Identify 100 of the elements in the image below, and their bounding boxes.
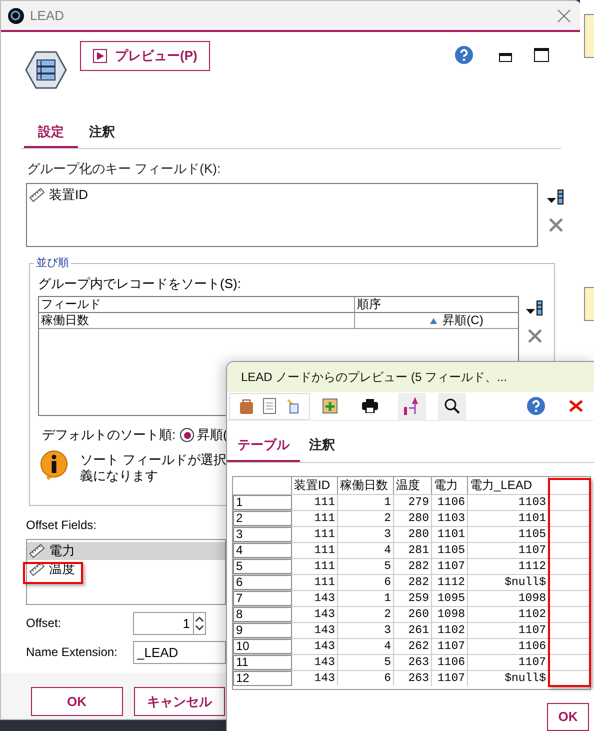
table-cell: 1105: [468, 527, 549, 542]
name-extension-label: Name Extension:: [26, 644, 118, 661]
table-cell: 1107: [468, 623, 549, 638]
table-cell: 1101: [432, 527, 468, 542]
document-icon[interactable]: [263, 398, 276, 414]
table-cell: 143: [292, 623, 338, 638]
row-header[interactable]: 5: [233, 559, 292, 574]
column-header[interactable]: 稼働日数: [338, 477, 394, 494]
table-cell: 1112: [468, 559, 549, 574]
offset-spinner[interactable]: 1: [133, 612, 206, 634]
table-cell: 263: [394, 655, 432, 670]
table-cell: 1112: [432, 575, 468, 590]
default-order-label: デフォルトのソート順:: [42, 426, 177, 444]
row-header[interactable]: 3: [233, 527, 292, 542]
row-header[interactable]: 2: [233, 511, 292, 526]
table-cell: 143: [292, 591, 338, 606]
table-cell: 2: [338, 607, 394, 622]
spinner-arrows-icon[interactable]: [193, 612, 205, 634]
name-extension-field[interactable]: _LEAD: [133, 640, 226, 664]
restore-icon[interactable]: [499, 53, 512, 62]
table-cell: 1103: [468, 495, 549, 510]
table-cell: 1107: [468, 655, 549, 670]
table-cell: 1107: [432, 671, 468, 686]
dialog-button[interactable]: キャンセル: [134, 687, 225, 716]
node-icon: [25, 51, 67, 89]
ascending-icon: [430, 318, 437, 324]
table-cell: 1098: [432, 607, 468, 622]
list-item[interactable]: 装置ID: [49, 184, 88, 204]
table-cell: 260: [394, 607, 432, 622]
delete-icon[interactable]: [527, 328, 543, 344]
info-icon: [40, 450, 68, 480]
column-header[interactable]: 順序: [355, 297, 518, 312]
info-text: ソート フィールドが選択: [80, 452, 227, 468]
app-logo-icon: [8, 8, 24, 24]
radio-button[interactable]: [180, 428, 194, 442]
table-cell: 1101: [468, 511, 549, 526]
table-cell: 111: [292, 495, 338, 510]
table-cell: 6: [338, 575, 394, 590]
table-cell: 279: [394, 495, 432, 510]
table-cell: 261: [394, 623, 432, 638]
tab[interactable]: テーブル: [227, 429, 300, 462]
maximize-icon[interactable]: [534, 48, 549, 62]
table-cell: 1: [338, 495, 394, 510]
window-title: LEAD: [30, 6, 64, 25]
table-cell: 143: [292, 639, 338, 654]
table-cell: 281: [394, 543, 432, 558]
row-header[interactable]: 4: [233, 543, 292, 558]
printer-icon[interactable]: [362, 399, 378, 413]
table-cell: 1102: [468, 607, 549, 622]
row-header[interactable]: 6: [233, 575, 292, 590]
search-icon[interactable]: [444, 398, 460, 414]
key-field-list[interactable]: 装置ID: [26, 183, 538, 247]
table-cell[interactable]: 昇順(C): [442, 313, 484, 328]
row-header[interactable]: 1: [233, 495, 292, 510]
help-icon[interactable]: [455, 46, 473, 64]
help-icon[interactable]: [527, 397, 545, 415]
bag-icon[interactable]: [240, 398, 253, 414]
add-field-icon[interactable]: [525, 300, 545, 316]
table-cell: 143: [292, 655, 338, 670]
list-item[interactable]: 電力: [27, 542, 225, 560]
column-header[interactable]: 温度: [394, 477, 432, 494]
delete-icon[interactable]: [548, 217, 564, 233]
sort-icon[interactable]: [403, 396, 421, 416]
ruler-icon: [29, 544, 45, 558]
table-cell: 1102: [432, 623, 468, 638]
column-header[interactable]: 電力_LEAD: [468, 477, 549, 494]
tab[interactable]: 注釈: [300, 429, 344, 462]
add-field-icon[interactable]: [546, 189, 566, 205]
row-header[interactable]: 8: [233, 607, 292, 622]
wand-icon[interactable]: [286, 398, 299, 414]
column-header[interactable]: フィールド: [39, 297, 355, 312]
table-cell: 4: [338, 543, 394, 558]
table-cell: 143: [292, 607, 338, 622]
ok-button[interactable]: OK: [547, 703, 589, 731]
table-cell: 1106: [468, 639, 549, 654]
offset-label: Offset:: [26, 615, 62, 632]
table-cell: 1095: [432, 591, 468, 606]
table-cell: 111: [292, 575, 338, 590]
table-cell: 1107: [432, 639, 468, 654]
row-header[interactable]: 12: [233, 671, 292, 686]
dialog-button[interactable]: OK: [31, 687, 122, 716]
table-cell: 2: [338, 511, 394, 526]
table-cell: $null$: [468, 671, 549, 686]
table-cell: 3: [338, 527, 394, 542]
row-header[interactable]: 11: [233, 655, 292, 670]
tab[interactable]: 注釈: [84, 117, 120, 148]
column-header[interactable]: 電力: [432, 477, 468, 494]
close-icon[interactable]: [557, 8, 571, 22]
close-icon[interactable]: [569, 400, 583, 412]
row-header[interactable]: 7: [233, 591, 292, 606]
preview-button[interactable]: プレビュー(P): [80, 41, 210, 71]
row-header[interactable]: 9: [233, 623, 292, 638]
grid-add-icon[interactable]: [322, 398, 338, 414]
tab[interactable]: 設定: [24, 117, 78, 148]
row-header[interactable]: 10: [233, 639, 292, 654]
table-cell: 282: [394, 559, 432, 574]
table-cell: 1107: [468, 543, 549, 558]
column-header[interactable]: 装置ID: [292, 477, 338, 494]
table-cell: 111: [292, 559, 338, 574]
key-fields-label: グループ化のキー フィールド(K):: [27, 161, 221, 177]
